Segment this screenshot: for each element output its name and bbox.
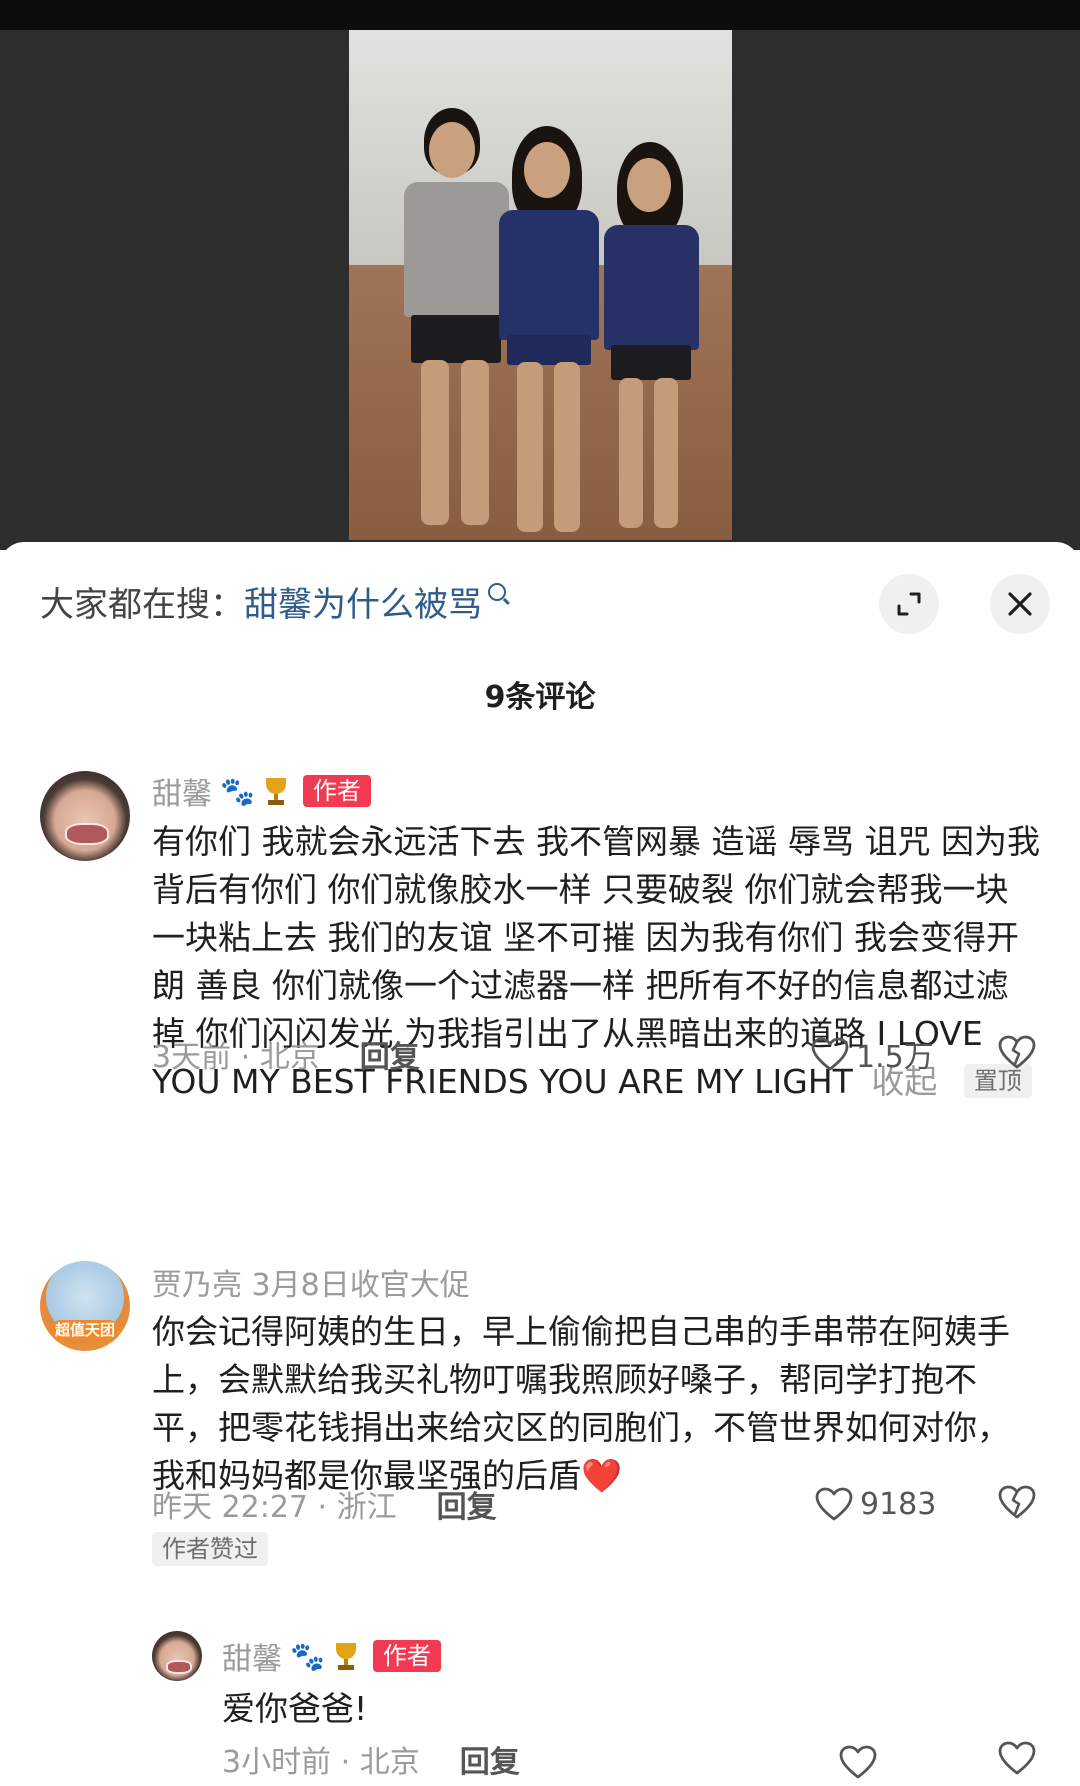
comment-text: 你会记得阿姨的生日，早上偷偷把自己串的手串带在阿姨手上，会默默给我买礼物叮嘱我照… [152,1312,1010,1495]
comments-sheet: 大家都在搜： 甜馨为什么被骂 9条评论 甜馨 🐾 作者 有你们 我就会永远活下去… [0,542,1080,1786]
post-image-area[interactable] [0,30,1080,550]
close-button[interactable] [990,574,1050,634]
heart-icon [811,1037,849,1071]
comment-meta: 昨天 22:27 · 浙江 回复 [152,1482,497,1526]
like-button[interactable]: 1.5万 [810,1032,934,1076]
broken-heart-icon [998,1035,1036,1069]
dislike-button[interactable] [997,1484,1037,1524]
photo-face [524,142,570,198]
expand-button[interactable] [879,574,939,634]
dislike-button[interactable] [997,1740,1037,1780]
expand-icon [897,592,921,616]
avatar[interactable] [40,771,130,861]
like-button[interactable]: 9183 [814,1482,936,1526]
like-button[interactable] [838,1740,884,1784]
username[interactable]: 甜馨 [222,1634,282,1678]
photo-shirt [404,182,509,317]
reply-button[interactable]: 回复 [437,1482,497,1526]
reply-text: 爱你爸爸! [222,1689,368,1728]
photo-leg [619,378,643,528]
photo-face [429,122,475,178]
avatar-mouth [166,1660,192,1674]
broken-heart-icon [998,1485,1036,1519]
close-icon [1008,592,1032,616]
status-bar-strip [0,0,1080,30]
avatar-mouth [65,823,109,846]
reply-button[interactable]: 回复 [460,1737,520,1781]
heart-icon [815,1487,853,1521]
photo-leg [654,378,678,528]
trending-search-link[interactable]: 甜馨为什么被骂 [244,577,482,626]
photo-shirt [499,210,599,340]
dislike-button[interactable] [997,1034,1037,1074]
comment-meta: 3天前 · 北京 回复 [152,1032,420,1076]
trending-search-label: 大家都在搜： [40,584,244,625]
photo-leg [421,360,449,525]
photo-shirt [604,225,699,350]
search-icon[interactable] [488,583,506,601]
photo-leg [517,362,543,532]
photo-shorts [507,335,591,365]
post-photo[interactable] [349,30,732,540]
broken-heart-icon [998,1741,1036,1775]
photo-face [627,158,671,212]
comment-author-row: 甜馨 🐾 作者 [152,769,371,813]
username[interactable]: 甜馨 [152,769,212,813]
avatar[interactable] [152,1631,202,1681]
author-liked-tag: 作者赞过 [152,1532,268,1566]
heart-icon [839,1745,877,1779]
reply-button[interactable]: 回复 [360,1032,420,1076]
reply-author-row: 甜馨 🐾 作者 [222,1634,441,1678]
photo-shorts [611,345,691,380]
author-tag: 作者 [302,775,371,807]
like-count: 1.5万 [856,1040,934,1075]
comment-author-row: 贾乃亮 3月8日收官大促 [152,1260,470,1304]
username[interactable]: 贾乃亮 3月8日收官大促 [152,1260,470,1304]
photo-shorts [411,315,501,363]
photo-leg [461,360,489,525]
like-count: 9183 [860,1486,937,1522]
timestamp-location: 3小时前 · 北京 [222,1745,420,1780]
avatar[interactable]: 超值天团 [40,1261,130,1351]
photo-leg [554,362,580,532]
comment-count: 9条评论 [484,680,596,715]
reply-meta: 3小时前 · 北京 回复 [222,1737,520,1781]
trophy-icon [331,1641,361,1671]
trending-search-row[interactable]: 大家都在搜： 甜馨为什么被骂 [40,576,506,626]
timestamp-location: 3天前 · 北京 [152,1040,320,1075]
timestamp-location: 昨天 22:27 · 浙江 [152,1490,397,1525]
author-tag: 作者 [372,1640,441,1672]
trophy-icon [261,776,291,806]
avatar-badge: 超值天团 [50,1320,120,1341]
paw-icon: 🐾 [290,1639,325,1673]
paw-icon: 🐾 [220,774,255,808]
